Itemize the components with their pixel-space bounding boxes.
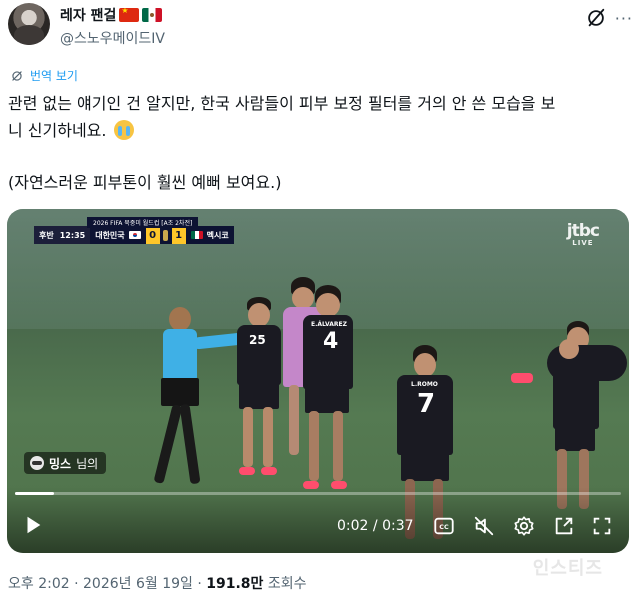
- home-team: 대한민국: [90, 226, 146, 244]
- captions-label: CC: [439, 523, 449, 531]
- mute-icon[interactable]: [473, 515, 495, 537]
- slashed-circle-icon[interactable]: [585, 7, 607, 29]
- crying-face-icon: [113, 120, 134, 140]
- translate-link[interactable]: 번역 보기: [10, 67, 78, 84]
- half-label: 후반: [39, 230, 54, 240]
- broadcaster-logo: jtbc LIVE: [566, 221, 600, 247]
- mexico-flag-small-icon: [190, 231, 203, 239]
- author-display-name[interactable]: 레자 팬걸: [60, 5, 116, 25]
- competition-title: 2026 FIFA 북중미 월드컵 [A조 2차전]: [87, 217, 199, 228]
- mexico-flag-icon: [142, 8, 163, 22]
- more-icon[interactable]: ···: [615, 9, 633, 28]
- progress-bar[interactable]: [15, 492, 621, 495]
- player-lying: [507, 339, 627, 399]
- tweet-meta: 오후 2:02 · 2026년 6월 19일 · 191.8만 조회수: [8, 573, 307, 593]
- settings-gear-icon[interactable]: [513, 515, 535, 537]
- watermark: 인스티즈: [532, 558, 603, 579]
- video-time: 0:02 / 0:37: [337, 518, 414, 534]
- referee: [145, 304, 264, 504]
- source-logo-icon: [30, 456, 44, 470]
- progress-fill: [15, 492, 55, 495]
- away-team: 멕시코: [185, 226, 234, 244]
- picture-in-picture-icon[interactable]: [553, 515, 575, 537]
- translate-label[interactable]: 번역 보기: [30, 67, 78, 84]
- jersey-number-4: 4: [323, 329, 339, 354]
- source-suffix: 님의: [76, 456, 99, 471]
- scoreboard-period: 후반 12:35: [34, 226, 91, 244]
- trophy-icon: [159, 226, 172, 244]
- time-current: 0:02: [337, 518, 369, 534]
- play-icon[interactable]: [22, 514, 44, 536]
- tweet-text: 관련 없는 얘기인 건 알지만, 한국 사람들이 피부 보정 필터를 거의 안 …: [8, 90, 628, 196]
- match-clock: 12:35: [59, 230, 86, 240]
- jersey-number-7: 7: [417, 389, 436, 419]
- author-name-row[interactable]: 레자 팬걸: [60, 5, 163, 25]
- tweet-line-1: 관련 없는 얘기인 건 알지만, 한국 사람들이 피부 보정 필터를 거의 안 …: [8, 94, 556, 113]
- video-source-tag: 밍스 님의: [24, 452, 107, 474]
- home-score: 0: [145, 226, 160, 244]
- jersey-name-alvarez: E.ÁLVAREZ: [311, 321, 347, 328]
- fullscreen-icon[interactable]: [591, 515, 613, 537]
- korea-flag-icon: [128, 231, 141, 239]
- avatar[interactable]: [8, 3, 50, 45]
- view-count: 191.8만: [206, 576, 264, 592]
- post-timestamp[interactable]: 오후 2:02 · 2026년 6월 19일 ·: [8, 576, 206, 592]
- time-total: 0:37: [382, 518, 414, 534]
- broadcaster-name: jtbc: [566, 221, 600, 241]
- tweet-line-2: 니 신기하네요.: [8, 117, 628, 144]
- china-flag-icon: [119, 8, 140, 22]
- translate-icon: [12, 70, 22, 81]
- tweet-line-3: (자연스러운 피부톤이 훨씬 예뻐 보여요.): [8, 173, 282, 192]
- video-player[interactable]: 후반 12:35 대한민국 0 1 멕시코 2026 FIFA 북중미 월드컵 …: [7, 209, 629, 553]
- live-label: LIVE: [572, 239, 594, 247]
- video-controls-overlay: [7, 487, 629, 553]
- tweet-header: 레자 팬걸 @스노우메이드IV ···: [8, 3, 635, 49]
- home-team-name: 대한민국: [95, 230, 125, 240]
- scoreboard: 후반 12:35 대한민국 0 1 멕시코: [34, 226, 234, 244]
- player-4: E.ÁLVAREZ 4: [299, 285, 355, 495]
- jersey-number-25: 25: [249, 333, 266, 347]
- captions-icon[interactable]: CC: [433, 515, 455, 537]
- view-count-label: 조회수: [263, 576, 307, 592]
- jersey-name-romo: L.ROMO: [411, 381, 438, 388]
- tweet-line-2-text: 니 신기하네요.: [8, 121, 107, 140]
- source-name: 밍스: [49, 456, 72, 471]
- away-score: 1: [171, 226, 186, 244]
- author-handle[interactable]: @스노우메이드IV: [60, 28, 165, 48]
- away-team-name: 멕시코: [206, 230, 229, 240]
